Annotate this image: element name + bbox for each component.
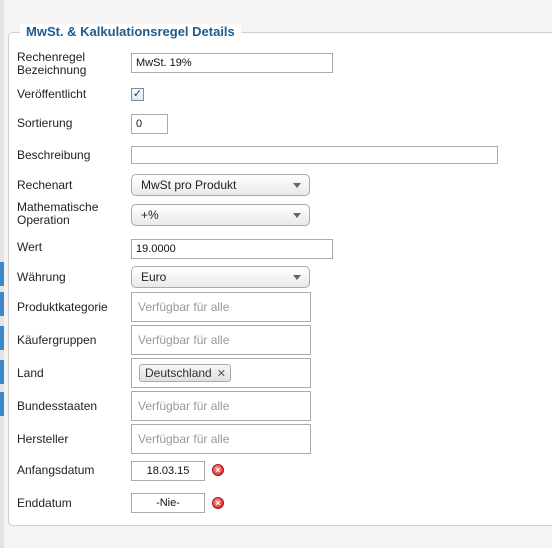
shoppergroups-label: Käufergruppen [17,333,97,347]
start-date-label: Anfangsdatum [17,463,95,477]
left-sidebar-edge [0,0,4,548]
kind-select-value: MwSt pro Produkt [141,178,237,192]
country-chip: Deutschland ✕ [139,364,231,382]
chevron-down-icon [293,183,301,188]
currency-select-value: Euro [141,270,167,284]
states-label: Bundesstaaten [17,399,98,413]
operation-select-value: +% [141,208,159,222]
sidebar-edge-tab[interactable] [0,392,4,416]
sidebar-edge-tab[interactable] [0,262,4,286]
manufacturer-label: Hersteller [17,432,69,446]
ordering-input[interactable]: 0 [131,114,168,134]
ordering-label: Sortierung [17,116,73,130]
category-label: Produktkategorie [17,300,108,314]
end-date-input[interactable]: -Nie- [131,493,205,513]
chevron-down-icon [293,275,301,280]
states-multiselect[interactable]: Verfügbar für alle [131,391,311,421]
clear-icon[interactable]: × [212,497,224,509]
clear-icon[interactable]: × [212,464,224,476]
operation-label: Mathematische Operation [17,200,99,227]
end-date-label: Enddatum [17,496,72,510]
value-input[interactable]: 19.0000 [131,239,333,259]
sidebar-edge-tab[interactable] [0,360,4,384]
published-label: Veröffentlicht [17,87,87,101]
country-multiselect[interactable]: Deutschland ✕ [131,358,311,388]
operation-select[interactable]: +% [131,204,310,226]
currency-label: Währung [17,270,66,284]
top-strip [0,0,552,22]
chevron-down-icon [293,213,301,218]
name-label: Rechenregel Bezeichnung [17,50,87,77]
description-input[interactable] [131,146,498,164]
shoppergroups-multiselect[interactable]: Verfügbar für alle [131,325,311,355]
manufacturer-multiselect[interactable]: Verfügbar für alle [131,424,311,454]
country-chip-label: Deutschland [145,366,212,380]
value-label: Wert [17,240,43,254]
close-icon[interactable]: ✕ [217,368,226,380]
sidebar-edge-tab[interactable] [0,292,4,316]
kind-select[interactable]: MwSt pro Produkt [131,174,310,196]
sidebar-edge-tab[interactable] [0,326,4,350]
start-date-input[interactable]: 18.03.15 [131,461,205,481]
country-label: Land [17,366,44,380]
kind-label: Rechenart [17,178,73,192]
fieldset-legend: MwSt. & Kalkulationsregel Details [20,24,241,40]
published-checkbox[interactable]: ✓ [131,88,144,101]
currency-select[interactable]: Euro [131,266,310,288]
category-multiselect[interactable]: Verfügbar für alle [131,292,311,322]
name-input[interactable]: MwSt. 19% [131,53,333,73]
description-label: Beschreibung [17,148,91,162]
